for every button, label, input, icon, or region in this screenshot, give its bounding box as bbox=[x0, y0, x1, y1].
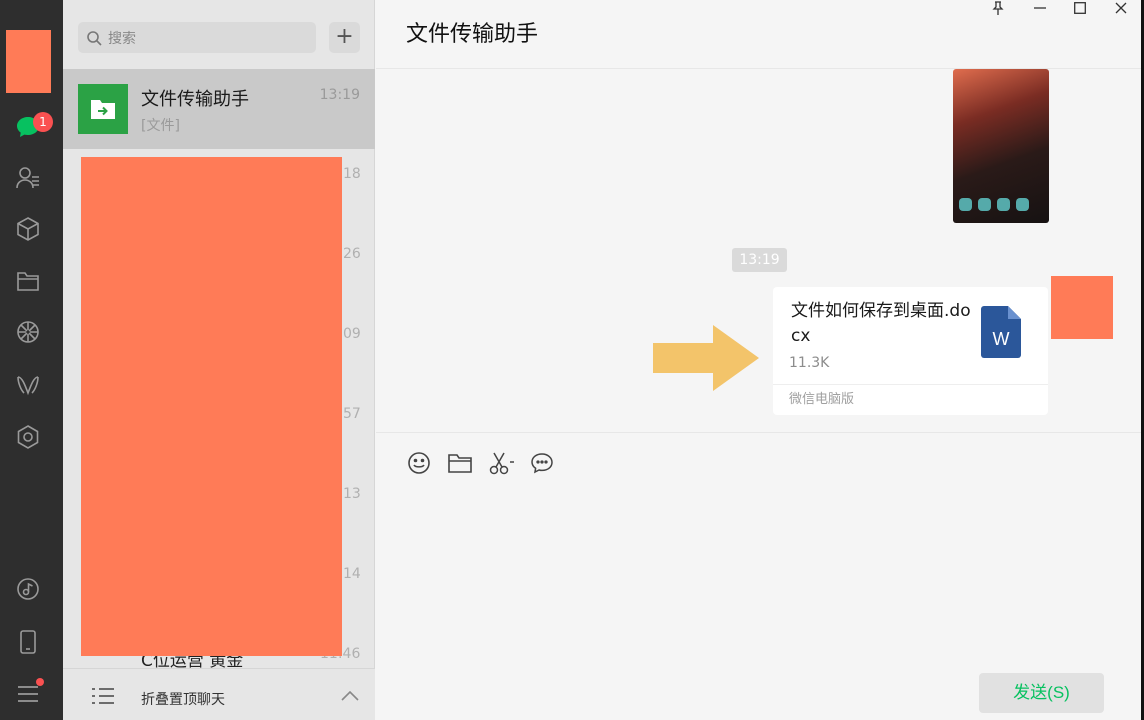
files-icon[interactable] bbox=[14, 267, 42, 295]
chat-item-time: 18 bbox=[343, 166, 361, 182]
emoji-icon[interactable] bbox=[406, 450, 432, 476]
file-transfer-avatar bbox=[78, 84, 128, 134]
chat-item-time: 57 bbox=[343, 406, 361, 422]
file-size: 11.3K bbox=[789, 355, 830, 371]
maximize-icon[interactable] bbox=[1068, 0, 1092, 16]
file-source: 微信电脑版 bbox=[773, 384, 1048, 415]
redacted-chat-list bbox=[81, 157, 342, 656]
chat-item-time: 26 bbox=[343, 246, 361, 262]
chat-item-file-transfer[interactable]: 文件传输助手 13:19 [文件] bbox=[63, 69, 375, 149]
conversation-title: 文件传输助手 bbox=[406, 22, 539, 47]
nav-sidebar: 1 bbox=[0, 0, 63, 720]
search-input[interactable]: 搜索 bbox=[78, 22, 316, 53]
chat-list-panel: 搜索 + 文件传输助手 13:19 [文件] 18 26 09 57 13 14… bbox=[63, 0, 375, 720]
chat-item-time: 09 bbox=[343, 326, 361, 342]
channels-icon[interactable] bbox=[14, 371, 42, 399]
chat-item-preview: [文件] bbox=[141, 118, 180, 134]
moments-icon[interactable] bbox=[14, 318, 42, 346]
favorites-icon[interactable] bbox=[14, 215, 42, 243]
folder-arrow-icon bbox=[91, 100, 115, 119]
chat-item-time: 13:19 bbox=[319, 87, 360, 103]
chevron-up-icon[interactable] bbox=[341, 691, 359, 701]
screenshot-thumbnail[interactable] bbox=[953, 69, 1049, 223]
chat-item-time: 13 bbox=[343, 486, 361, 502]
chat-item-time: 14 bbox=[343, 566, 361, 582]
contacts-icon[interactable] bbox=[14, 164, 42, 192]
music-icon[interactable] bbox=[14, 575, 42, 603]
chat-item-name: 文件传输助手 bbox=[141, 89, 249, 110]
close-icon[interactable] bbox=[1109, 0, 1133, 16]
minimize-icon[interactable] bbox=[1028, 0, 1052, 16]
menu-notification-dot bbox=[36, 678, 44, 686]
message-composer: 发送(S) bbox=[376, 432, 1144, 720]
mini-programs-icon[interactable] bbox=[14, 423, 42, 451]
send-button[interactable]: 发送(S) bbox=[979, 673, 1104, 713]
folded-pinned-label: 折叠置顶聊天 bbox=[141, 692, 225, 708]
file-name: 文件如何保存到桌面.docx bbox=[791, 301, 971, 346]
my-avatar[interactable] bbox=[1051, 276, 1113, 339]
unread-badge: 1 bbox=[33, 112, 53, 132]
thumbnail-dock bbox=[959, 198, 1029, 211]
phone-icon[interactable] bbox=[14, 628, 42, 656]
word-document-icon: W bbox=[981, 306, 1021, 358]
time-divider: 13:19 bbox=[732, 248, 787, 272]
chat-bubble-icon[interactable] bbox=[529, 450, 555, 476]
scissors-icon[interactable] bbox=[489, 450, 515, 476]
user-avatar[interactable] bbox=[6, 30, 51, 93]
folded-pinned-chats[interactable]: 折叠置顶聊天 bbox=[63, 668, 375, 720]
search-placeholder: 搜索 bbox=[108, 30, 136, 47]
folder-icon[interactable] bbox=[447, 450, 473, 476]
add-button[interactable]: + bbox=[329, 22, 360, 53]
list-icon bbox=[92, 688, 114, 704]
conversation-header: 文件传输助手 bbox=[376, 0, 1144, 69]
arrow-right-icon bbox=[653, 325, 759, 391]
conversation-panel: 文件传输助手 13:19 文件如何保存到桌面.docx 11.3K W 微信电脑… bbox=[376, 0, 1144, 720]
pin-icon[interactable] bbox=[986, 0, 1010, 16]
svg-text:W: W bbox=[993, 329, 1010, 349]
search-icon bbox=[87, 30, 102, 46]
wechat-window: 1 搜索 + 文件传输助手 13:19 [文件] 18 26 09 57 13 … bbox=[0, 0, 1144, 720]
file-message-card[interactable]: 文件如何保存到桌面.docx 11.3K W 微信电脑版 bbox=[773, 287, 1048, 415]
